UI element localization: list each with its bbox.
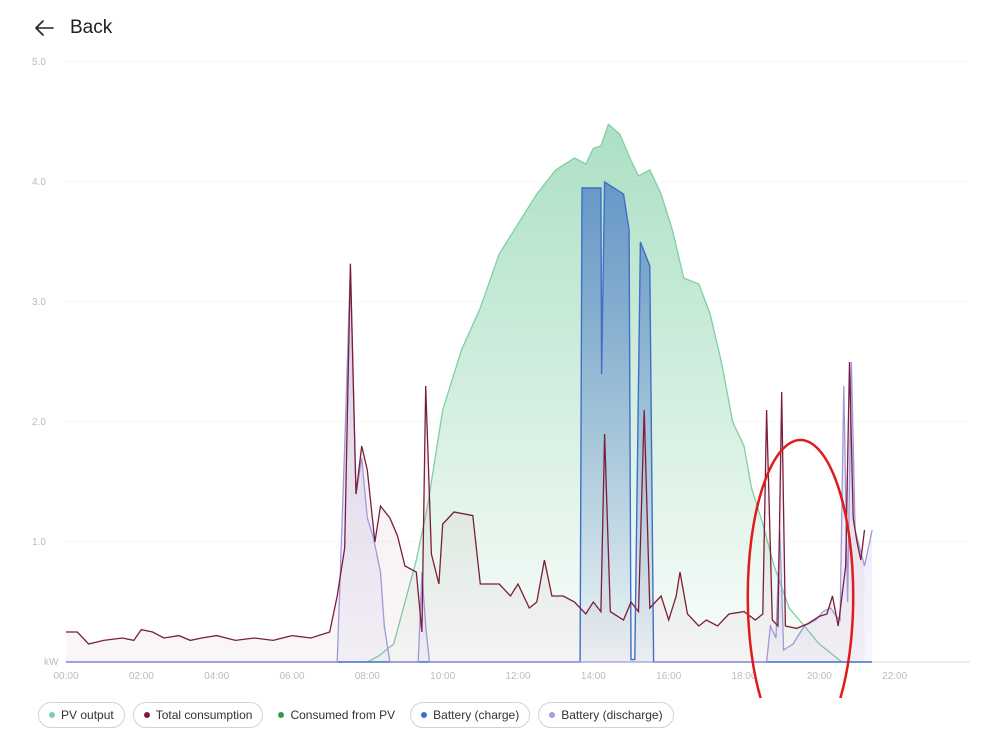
legend-dot-icon — [421, 712, 428, 718]
y-tick-label: 2.0 — [32, 417, 46, 428]
y-tick-label: 1.0 — [32, 537, 46, 548]
x-tick-label: 12:00 — [505, 671, 530, 682]
power-chart: 5.0 4.0 3.0 2.0 1.0 kW 00:00 02:00 04:00 06:00 08:… — [32, 57, 970, 698]
legend-item[interactable]: Total consumption — [132, 702, 264, 728]
legend-dot-icon — [278, 712, 285, 718]
legend-label: Battery (charge) — [433, 708, 520, 722]
legend-label: Battery (discharge) — [561, 708, 663, 722]
legend-item[interactable]: Battery (discharge) — [538, 702, 674, 728]
legend-item[interactable]: PV output — [38, 702, 125, 728]
legend-label: Total consumption — [155, 708, 253, 722]
x-tick-label: 04:00 — [204, 671, 229, 682]
legend-dot-icon — [49, 712, 55, 718]
x-tick-label: 16:00 — [656, 671, 681, 682]
y-axis-unit-label: kW — [44, 657, 59, 668]
legend-label: Consumed from PV — [290, 708, 396, 722]
x-tick-label: 20:00 — [807, 671, 832, 682]
back-button[interactable]: Back — [32, 12, 112, 44]
legend-dot-icon — [143, 712, 150, 718]
x-tick-label: 06:00 — [279, 671, 304, 682]
y-tick-label: 4.0 — [32, 177, 46, 188]
y-tick-label: 5.0 — [32, 57, 46, 68]
legend-item[interactable]: Consumed from PV — [271, 702, 403, 728]
legend-label: PV output — [61, 708, 114, 722]
arrow-left-icon — [35, 20, 54, 36]
x-tick-label: 18:00 — [731, 671, 756, 682]
legend-dot-icon — [549, 712, 556, 718]
chart-legend: PV output Total consumption Consumed from … — [38, 702, 674, 728]
x-tick-label: 22:00 — [882, 671, 907, 682]
x-tick-label: 14:00 — [581, 671, 606, 682]
x-tick-label: 02:00 — [129, 671, 154, 682]
x-tick-label: 10:00 — [430, 671, 455, 682]
legend-item[interactable]: Battery (charge) — [410, 702, 531, 728]
x-tick-label: 08:00 — [355, 671, 380, 682]
y-tick-label: 3.0 — [32, 297, 46, 308]
back-label: Back — [70, 17, 113, 38]
x-tick-label: 00:00 — [53, 671, 78, 682]
